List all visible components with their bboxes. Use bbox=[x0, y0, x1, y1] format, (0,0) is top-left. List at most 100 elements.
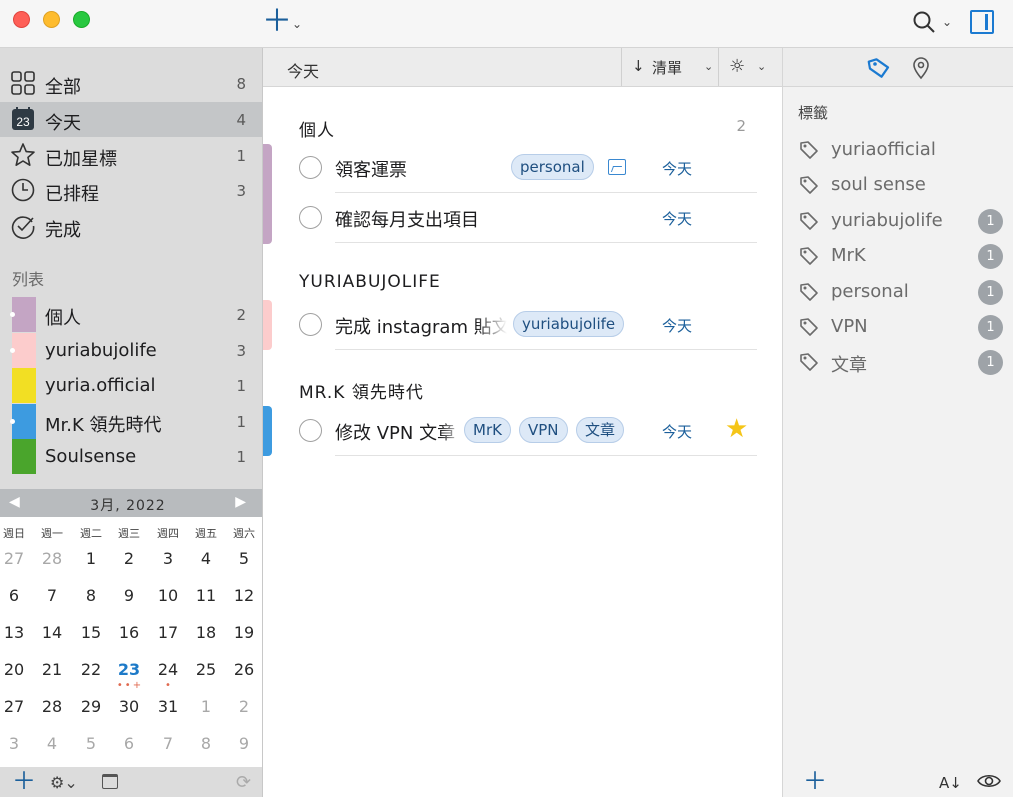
task-tag[interactable]: personal bbox=[511, 154, 594, 180]
calendar-day[interactable]: 25 bbox=[187, 660, 225, 679]
task-tag[interactable]: 文章 bbox=[576, 417, 625, 443]
calendar-day[interactable]: 2 bbox=[225, 697, 263, 716]
smart-list-starred[interactable]: 已加星標 1 bbox=[0, 138, 262, 173]
calendar-day[interactable]: 24 bbox=[149, 660, 187, 679]
list-item-yuria-official[interactable]: yuria.official 1 bbox=[0, 368, 262, 403]
calendar-day[interactable]: 5 bbox=[72, 734, 110, 753]
calendar-day[interactable]: 8 bbox=[187, 734, 225, 753]
calendar-day[interactable]: 16 bbox=[110, 623, 148, 642]
calendar-day[interactable]: 6 bbox=[110, 734, 148, 753]
calendar-toggle-icon[interactable] bbox=[102, 774, 118, 789]
calendar-day[interactable]: 9 bbox=[110, 586, 148, 605]
new-task-button[interactable]: ＋ ⌄ bbox=[262, 7, 310, 38]
calendar-day[interactable]: 27 bbox=[0, 697, 33, 716]
calendar-day[interactable]: 1 bbox=[187, 697, 225, 716]
image-attachment-icon[interactable] bbox=[608, 159, 626, 175]
calendar-day[interactable]: 6 bbox=[0, 586, 33, 605]
tag-item[interactable]: MrK 1 bbox=[783, 239, 1013, 273]
smart-list-today[interactable]: 23 今天 4 bbox=[0, 102, 262, 137]
sync-icon[interactable]: ⟳ bbox=[236, 772, 251, 793]
tag-item[interactable]: yuriaofficial bbox=[783, 133, 1013, 167]
smart-list-scheduled[interactable]: 已排程 3 bbox=[0, 173, 262, 208]
list-item-yuriabujolife[interactable]: yuriabujolife 3 bbox=[0, 333, 262, 368]
search-button[interactable]: ⌄ bbox=[912, 10, 956, 36]
calendar-day[interactable]: 15 bbox=[72, 623, 110, 642]
zoom-window-button[interactable] bbox=[73, 11, 90, 28]
task-tag[interactable]: MrK bbox=[464, 417, 511, 443]
row-divider bbox=[335, 242, 757, 243]
calendar-day[interactable]: 10 bbox=[149, 586, 187, 605]
tag-item[interactable]: 文章 1 bbox=[783, 345, 1013, 379]
calendar-day[interactable]: 30 bbox=[110, 697, 148, 716]
calendar-day[interactable]: 4 bbox=[187, 549, 225, 568]
tag-item[interactable]: VPN 1 bbox=[783, 310, 1013, 344]
task-checkbox[interactable] bbox=[299, 156, 322, 179]
eye-icon[interactable] bbox=[977, 771, 1001, 791]
tag-item[interactable]: yuriabujolife 1 bbox=[783, 204, 1013, 238]
tag-icon bbox=[800, 176, 818, 194]
smart-list-all[interactable]: 全部 8 bbox=[0, 66, 262, 101]
row-divider bbox=[335, 349, 757, 350]
sidebar-toggle-icon[interactable] bbox=[970, 10, 994, 34]
task-row[interactable]: 完成 instagram 貼文 yuriabujolife 今天 bbox=[299, 300, 757, 350]
task-row[interactable]: 確認每月支出項目 今天 bbox=[299, 193, 757, 243]
sort-alpha-button[interactable]: A↓ bbox=[939, 774, 962, 792]
add-list-button[interactable]: ＋ bbox=[12, 769, 36, 793]
calendar-day[interactable]: 18 bbox=[187, 623, 225, 642]
calendar-day[interactable]: 7 bbox=[33, 586, 71, 605]
list-item-personal[interactable]: 個人 2 bbox=[0, 297, 262, 332]
task-due: 今天 bbox=[662, 160, 693, 178]
group-by-dropdown[interactable]: ↓ 清單 ⌄ bbox=[621, 48, 719, 86]
smart-list-count: 1 bbox=[236, 147, 246, 165]
calendar-day[interactable]: 14 bbox=[33, 623, 71, 642]
task-tag[interactable]: VPN bbox=[519, 417, 568, 443]
task-row[interactable]: 領客運票 personal 今天 bbox=[299, 143, 757, 193]
sun-icon[interactable]: ☼ bbox=[729, 56, 745, 77]
calendar-day[interactable]: 13 bbox=[0, 623, 33, 642]
tag-icon[interactable] bbox=[867, 56, 891, 80]
next-month-icon[interactable]: ▶ bbox=[235, 494, 246, 510]
calendar-day[interactable]: 5 bbox=[225, 549, 263, 568]
calendar-day[interactable]: 17 bbox=[149, 623, 187, 642]
task-tag[interactable]: yuriabujolife bbox=[513, 311, 625, 337]
calendar-day[interactable]: 9 bbox=[225, 734, 263, 753]
list-item-mrk[interactable]: Mr.K 領先時代 1 bbox=[0, 404, 262, 439]
calendar-day[interactable]: 21 bbox=[33, 660, 71, 679]
calendar-day[interactable]: 12 bbox=[225, 586, 263, 605]
calendar-day[interactable]: 1 bbox=[72, 549, 110, 568]
calendar-day[interactable]: 3 bbox=[0, 734, 33, 753]
smart-list-completed[interactable]: 完成 bbox=[0, 209, 262, 244]
star-icon[interactable]: ★ bbox=[725, 416, 748, 442]
tag-item[interactable]: personal 1 bbox=[783, 275, 1013, 309]
calendar-day[interactable]: 19 bbox=[225, 623, 263, 642]
task-checkbox[interactable] bbox=[299, 419, 322, 442]
calendar-day[interactable]: 7 bbox=[149, 734, 187, 753]
calendar-day[interactable]: 3 bbox=[149, 549, 187, 568]
group-count: 2 bbox=[736, 117, 746, 135]
calendar-day[interactable]: 20 bbox=[0, 660, 33, 679]
gear-icon[interactable]: ⚙⌄ bbox=[50, 773, 78, 792]
calendar-day[interactable]: 28 bbox=[33, 697, 71, 716]
location-pin-icon[interactable] bbox=[910, 56, 932, 80]
minimize-window-button[interactable] bbox=[43, 11, 60, 28]
chevron-down-icon[interactable]: ⌄ bbox=[757, 60, 766, 73]
calendar-day[interactable]: 22 bbox=[72, 660, 110, 679]
chevron-down-icon: ⌄ bbox=[942, 15, 953, 29]
close-window-button[interactable] bbox=[13, 11, 30, 28]
calendar-day[interactable]: 28 bbox=[33, 549, 71, 568]
calendar-day[interactable]: 29 bbox=[72, 697, 110, 716]
calendar-day[interactable]: 11 bbox=[187, 586, 225, 605]
calendar-day[interactable]: 4 bbox=[33, 734, 71, 753]
task-checkbox[interactable] bbox=[299, 313, 322, 336]
add-tag-button[interactable]: ＋ bbox=[803, 769, 827, 793]
calendar-day[interactable]: 2 bbox=[110, 549, 148, 568]
task-checkbox[interactable] bbox=[299, 206, 322, 229]
calendar-day[interactable]: 31 bbox=[149, 697, 187, 716]
list-item-soulsense[interactable]: Soulsense 1 bbox=[0, 439, 262, 474]
task-row[interactable]: 修改 VPN 文章 MrK VPN 文章 今天 ★ bbox=[299, 406, 757, 456]
calendar-day-today[interactable]: 23 bbox=[110, 660, 148, 679]
calendar-day[interactable]: 27 bbox=[0, 549, 33, 568]
tag-item[interactable]: soul sense bbox=[783, 168, 1013, 202]
calendar-day[interactable]: 8 bbox=[72, 586, 110, 605]
calendar-day[interactable]: 26 bbox=[225, 660, 263, 679]
